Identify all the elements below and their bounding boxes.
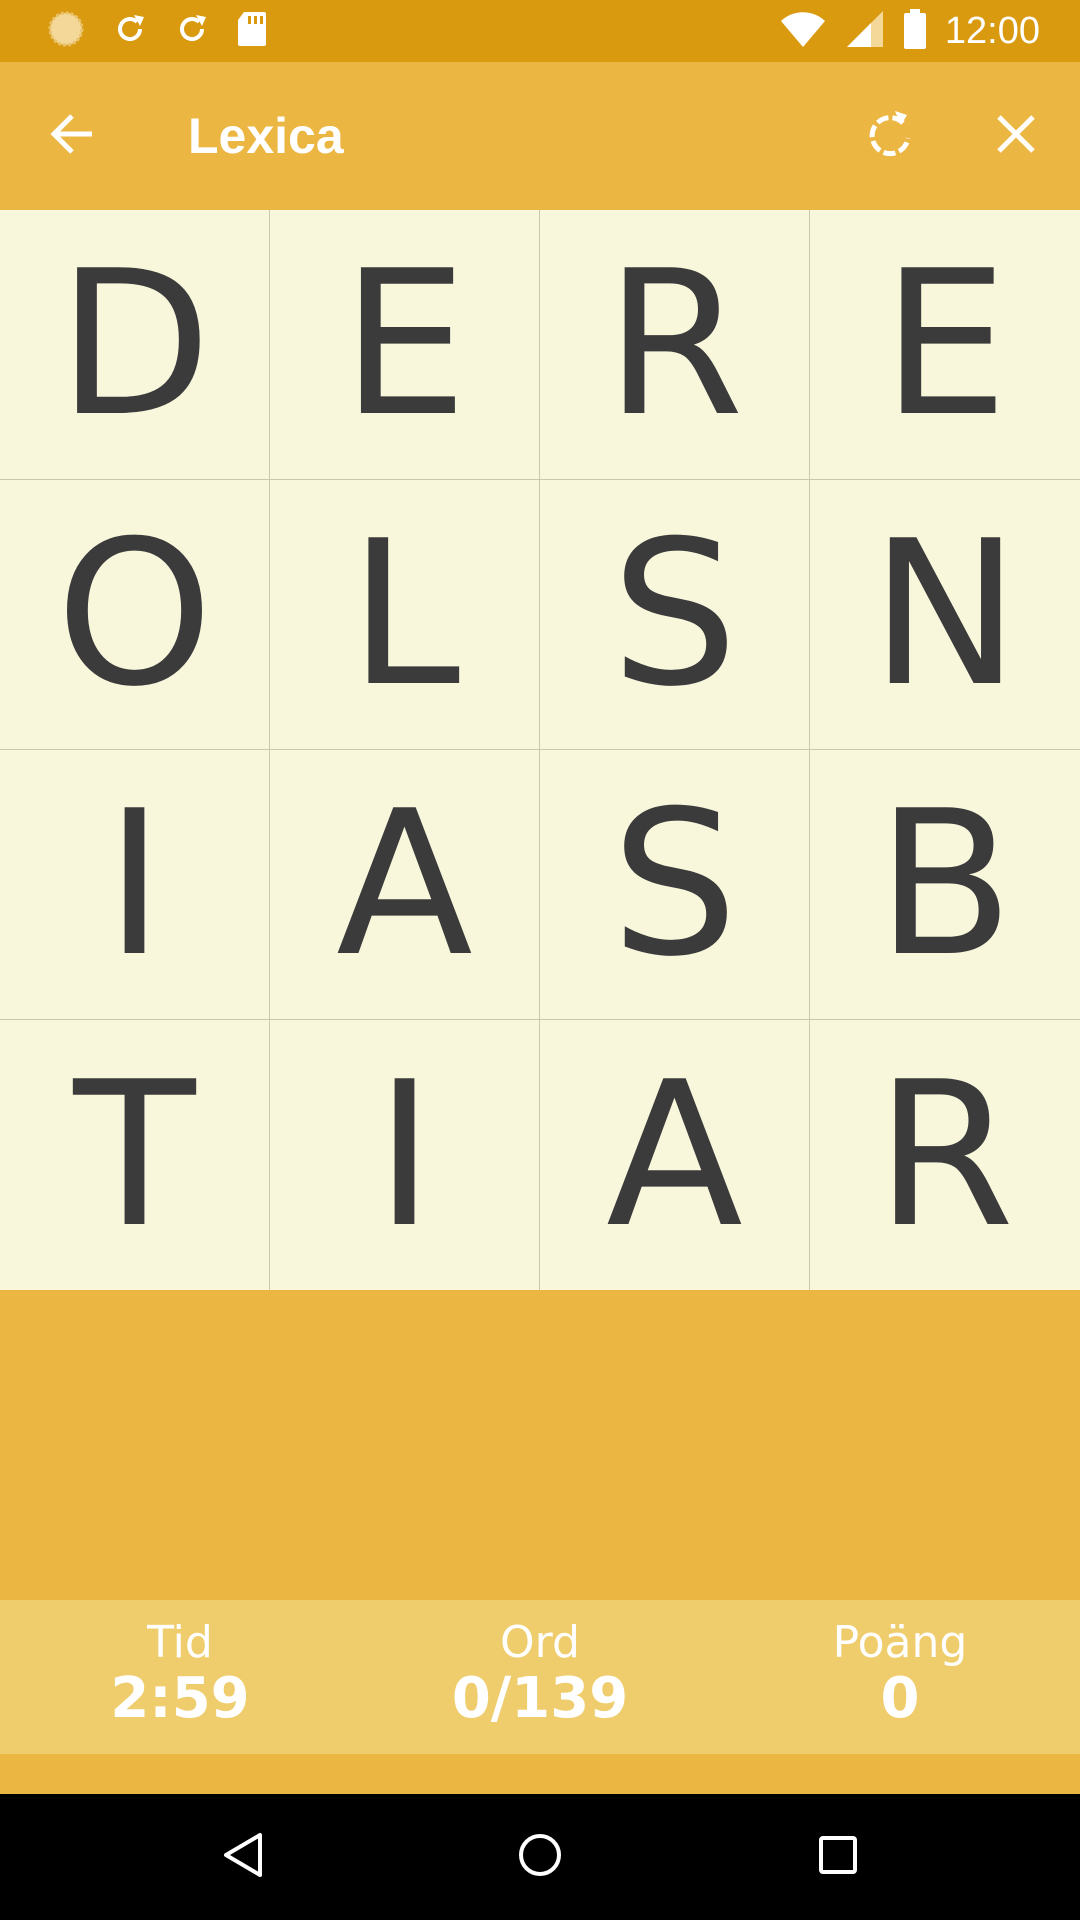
nav-recents-button[interactable] — [808, 1827, 868, 1887]
wifi-icon — [779, 9, 827, 53]
words-value: 0/139 — [451, 1666, 629, 1731]
back-arrow-icon — [48, 112, 96, 160]
letter-tile[interactable]: R — [540, 210, 810, 480]
signal-icon — [845, 9, 885, 53]
letter-tile[interactable]: I — [270, 1020, 540, 1290]
nav-home-button[interactable] — [510, 1827, 570, 1887]
time-stat: Tid 2:59 — [30, 1618, 330, 1730]
words-stat: Ord 0/139 — [390, 1618, 690, 1730]
battery-icon — [903, 9, 927, 53]
letter-tile[interactable]: D — [0, 210, 270, 480]
nav-back-button[interactable] — [212, 1827, 272, 1887]
letter-board: D E R E O L S N I A S B T I A R — [0, 210, 1080, 1290]
home-circle-icon — [516, 1831, 564, 1883]
app-title: Lexica — [188, 108, 344, 164]
score-stat: Poäng 0 — [750, 1618, 1050, 1730]
new-game-button[interactable] — [860, 106, 920, 166]
back-triangle-icon — [220, 1831, 264, 1883]
letter-tile[interactable]: S — [540, 750, 810, 1020]
letter-tile[interactable]: B — [810, 750, 1080, 1020]
score-bar: Tid 2:59 Ord 0/139 Poäng 0 — [0, 1600, 1080, 1754]
close-icon — [995, 113, 1037, 159]
refresh-icon — [865, 109, 915, 163]
letter-tile[interactable]: E — [810, 210, 1080, 480]
sd-card-icon — [236, 10, 268, 52]
letter-tile[interactable]: S — [540, 480, 810, 750]
words-label: Ord — [500, 1617, 580, 1668]
status-time: 12:00 — [944, 9, 1040, 52]
time-value: 2:59 — [110, 1666, 250, 1731]
letter-tile[interactable]: E — [270, 210, 540, 480]
letter-tile[interactable]: R — [810, 1020, 1080, 1290]
sync-icon — [174, 11, 210, 51]
recents-square-icon — [816, 1833, 860, 1881]
letter-tile[interactable]: L — [270, 480, 540, 750]
letter-tile[interactable]: A — [270, 750, 540, 1020]
status-bar: 12:00 — [0, 0, 1080, 62]
time-label: Tid — [147, 1617, 213, 1668]
letter-tile[interactable]: I — [0, 750, 270, 1020]
back-button[interactable] — [44, 108, 100, 164]
status-notifications — [46, 10, 268, 52]
close-button[interactable] — [986, 106, 1046, 166]
navigation-bar — [0, 1794, 1080, 1920]
letter-tile[interactable]: A — [540, 1020, 810, 1290]
letter-tile[interactable]: N — [810, 480, 1080, 750]
loading-circle-icon — [46, 9, 86, 53]
score-value: 0 — [880, 1666, 920, 1731]
app-bar: Lexica — [0, 62, 1080, 210]
letter-tile[interactable]: O — [0, 480, 270, 750]
score-label: Poäng — [832, 1617, 968, 1668]
status-system: 12:00 — [779, 9, 1040, 53]
sync-icon — [112, 11, 148, 51]
letter-tile[interactable]: T — [0, 1020, 270, 1290]
